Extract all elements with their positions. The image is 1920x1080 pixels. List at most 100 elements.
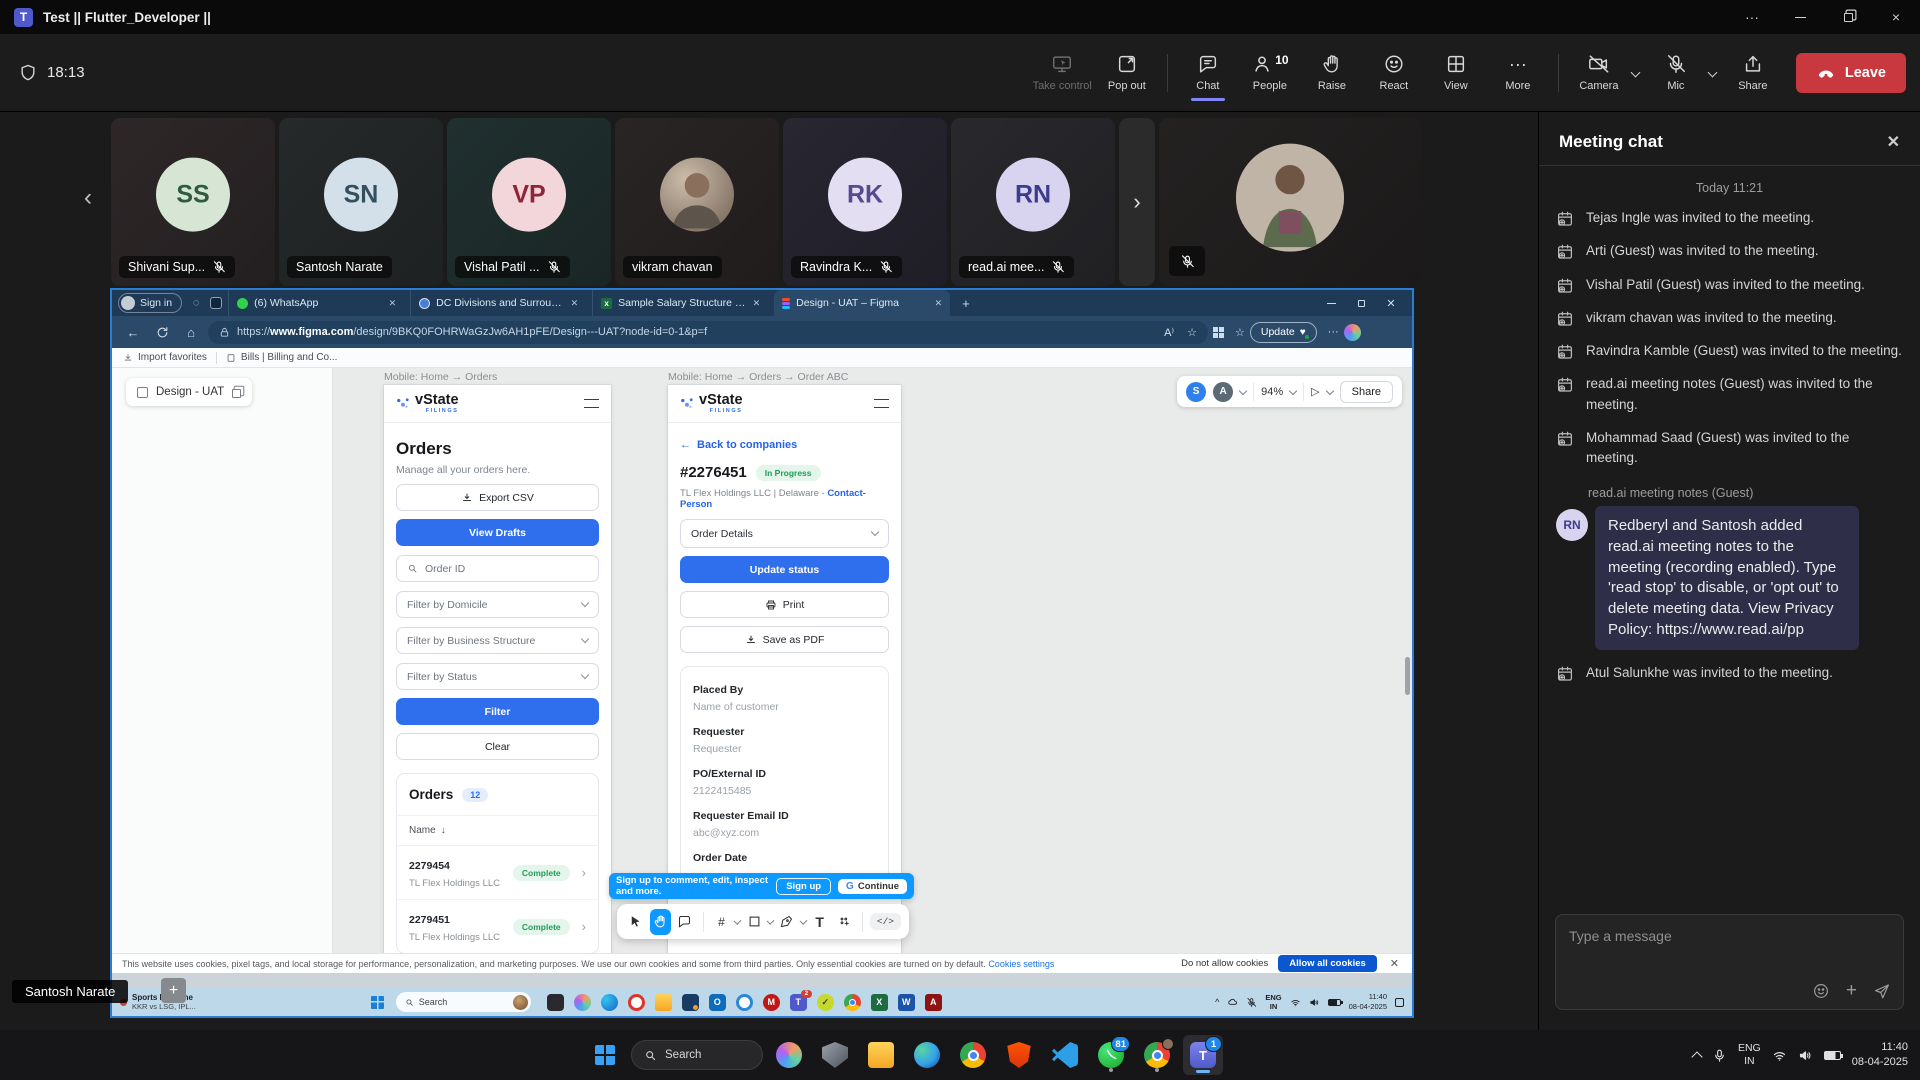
- google-continue-button[interactable]: GContinue: [838, 879, 907, 894]
- tray-clock[interactable]: 11:4008-04-2025: [1349, 992, 1387, 1012]
- chat-button[interactable]: Chat: [1177, 46, 1239, 99]
- copilot-app-button[interactable]: [769, 1035, 809, 1075]
- chevron-down-icon[interactable]: [767, 917, 775, 925]
- browser-tab-active[interactable]: Design - UAT – Figma ✕: [774, 290, 950, 316]
- comment-tool-icon[interactable]: [674, 909, 696, 935]
- attach-plus-icon[interactable]: +: [1846, 982, 1857, 1000]
- notification-icon[interactable]: [1395, 998, 1404, 1007]
- tab-close-icon[interactable]: ✕: [389, 298, 397, 309]
- new-tab-button[interactable]: +: [956, 296, 976, 311]
- frame-tool-icon[interactable]: #: [711, 909, 733, 935]
- minimize-button[interactable]: [1776, 0, 1824, 34]
- refresh-icon[interactable]: [150, 320, 174, 344]
- home-icon[interactable]: ⌂: [179, 320, 203, 344]
- orders-column-header[interactable]: Name↓: [397, 815, 598, 846]
- text-tool-icon[interactable]: T: [809, 909, 831, 935]
- back-icon[interactable]: ←: [121, 320, 145, 344]
- outlook-icon[interactable]: O: [709, 994, 726, 1011]
- copilot-icon[interactable]: [1344, 324, 1361, 341]
- camera-options-chevron-icon[interactable]: [1630, 68, 1640, 78]
- participant-tile[interactable]: RK Ravindra K...: [783, 118, 947, 286]
- edge-button[interactable]: [907, 1035, 947, 1075]
- shield-app-button[interactable]: [815, 1035, 855, 1075]
- design-frame-order-detail[interactable]: vStateFILINGS ←Back to companies #227645…: [668, 385, 901, 953]
- hand-tool-icon[interactable]: [650, 909, 672, 935]
- favorite-star-icon[interactable]: ☆: [1187, 326, 1197, 339]
- figma-user-avatar[interactable]: S: [1186, 382, 1206, 402]
- language-indicator[interactable]: ENGIN: [1265, 993, 1281, 1012]
- wifi-icon[interactable]: [1772, 1048, 1787, 1063]
- back-to-companies-link[interactable]: ←Back to companies: [680, 439, 889, 451]
- leave-button[interactable]: Leave: [1796, 53, 1906, 93]
- close-button[interactable]: ×: [1872, 0, 1920, 34]
- filter-button[interactable]: Filter: [396, 698, 599, 725]
- loop-icon[interactable]: [736, 994, 753, 1011]
- chevron-down-icon[interactable]: [1289, 386, 1297, 394]
- tiles-scroll-right-button[interactable]: ›: [1119, 118, 1155, 286]
- filter-status-select[interactable]: Filter by Status: [396, 663, 599, 690]
- browser-vertical-tabs-icon[interactable]: [210, 297, 222, 309]
- tray-chevron-icon[interactable]: ^: [1215, 997, 1219, 1007]
- raise-hand-button[interactable]: Raise: [1301, 46, 1363, 99]
- file-explorer-icon[interactable]: [655, 994, 672, 1011]
- browser-tab[interactable]: DC Divisions and Surroundings ✕: [410, 290, 586, 316]
- taskbar-search[interactable]: Search: [631, 1040, 763, 1070]
- chevron-down-icon[interactable]: [1325, 386, 1333, 394]
- clear-button[interactable]: Clear: [396, 733, 599, 760]
- tray-mic-icon[interactable]: [1246, 997, 1257, 1008]
- extensions-icon[interactable]: [1213, 327, 1224, 338]
- camera-button[interactable]: Camera: [1568, 46, 1630, 99]
- browser-workspaces-icon[interactable]: ◌: [188, 297, 204, 309]
- browser-menu-icon[interactable]: ···: [1328, 326, 1339, 338]
- print-button[interactable]: Print: [680, 591, 889, 618]
- pen-tool-icon[interactable]: [776, 909, 798, 935]
- mail-app-icon[interactable]: [682, 994, 699, 1011]
- browser-tab[interactable]: x Sample Salary Structure with calc ✕: [592, 290, 768, 316]
- figma-canvas[interactable]: Design - UAT Mobile: Home → Orders vStat…: [112, 368, 1412, 953]
- chat-close-icon[interactable]: ✕: [1887, 132, 1900, 152]
- whatsapp-button[interactable]: 81: [1091, 1035, 1131, 1075]
- url-bar[interactable]: https://www.figma.com/design/9BKQ0FOHRWa…: [208, 321, 1208, 344]
- frame-label[interactable]: Mobile: Home → Orders: [384, 371, 497, 383]
- copilot-icon[interactable]: [574, 994, 591, 1011]
- order-row[interactable]: 2279454TL Flex Holdings LLC Complete ›: [397, 846, 598, 900]
- brave-button[interactable]: [999, 1035, 1039, 1075]
- order-id-search-input[interactable]: Order ID: [396, 555, 599, 582]
- save-as-pdf-button[interactable]: Save as PDF: [680, 626, 889, 653]
- tiles-scroll-left-icon[interactable]: ‹: [84, 184, 92, 212]
- browser-maximize-button[interactable]: [1346, 290, 1376, 316]
- browser-profile-button[interactable]: Sign in: [118, 293, 182, 313]
- allow-cookies-button[interactable]: Allow all cookies: [1278, 955, 1377, 972]
- battery-icon[interactable]: [1824, 1051, 1841, 1060]
- teams-icon[interactable]: T2: [790, 994, 807, 1011]
- hamburger-menu-icon[interactable]: [584, 399, 599, 408]
- favorites-item[interactable]: Import favorites: [123, 352, 207, 363]
- window-more-icon[interactable]: ···: [1728, 0, 1776, 34]
- react-button[interactable]: React: [1363, 46, 1425, 99]
- volume-icon[interactable]: [1798, 1048, 1813, 1063]
- frame-label[interactable]: Mobile: Home → Orders → Order ABC: [668, 371, 848, 383]
- view-button[interactable]: View: [1425, 46, 1487, 99]
- chevron-down-icon[interactable]: [734, 917, 742, 925]
- tray-chevron-icon[interactable]: [1691, 1051, 1702, 1062]
- mic-options-chevron-icon[interactable]: [1707, 68, 1717, 78]
- read-aloud-icon[interactable]: A⁾: [1164, 326, 1174, 339]
- view-drafts-button[interactable]: View Drafts: [396, 519, 599, 546]
- filter-business-structure-select[interactable]: Filter by Business Structure: [396, 627, 599, 654]
- tab-close-icon[interactable]: ✕: [935, 298, 943, 309]
- update-status-button[interactable]: Update status: [680, 556, 889, 583]
- tab-close-icon[interactable]: ✕: [571, 298, 579, 309]
- cookie-close-icon[interactable]: ✕: [1387, 957, 1402, 970]
- acrobat-icon[interactable]: A: [925, 994, 942, 1011]
- pop-out-button[interactable]: Pop out: [1096, 46, 1158, 99]
- language-indicator[interactable]: ENGIN: [1738, 1042, 1761, 1067]
- participant-tile[interactable]: VP Vishal Patil ...: [447, 118, 611, 286]
- chat-messages[interactable]: Today 11:21 Tejas Ingle was invited to t…: [1539, 166, 1920, 904]
- edge-icon[interactable]: [601, 994, 618, 1011]
- filter-domicile-select[interactable]: Filter by Domicile: [396, 591, 599, 618]
- desktop-search-box[interactable]: Search: [396, 992, 531, 1012]
- browser-tab[interactable]: (6) WhatsApp ✕: [228, 290, 404, 316]
- chrome-profile-button[interactable]: [1137, 1035, 1177, 1075]
- participant-tile[interactable]: vikram chavan: [615, 118, 779, 286]
- start-button-icon[interactable]: [371, 996, 384, 1009]
